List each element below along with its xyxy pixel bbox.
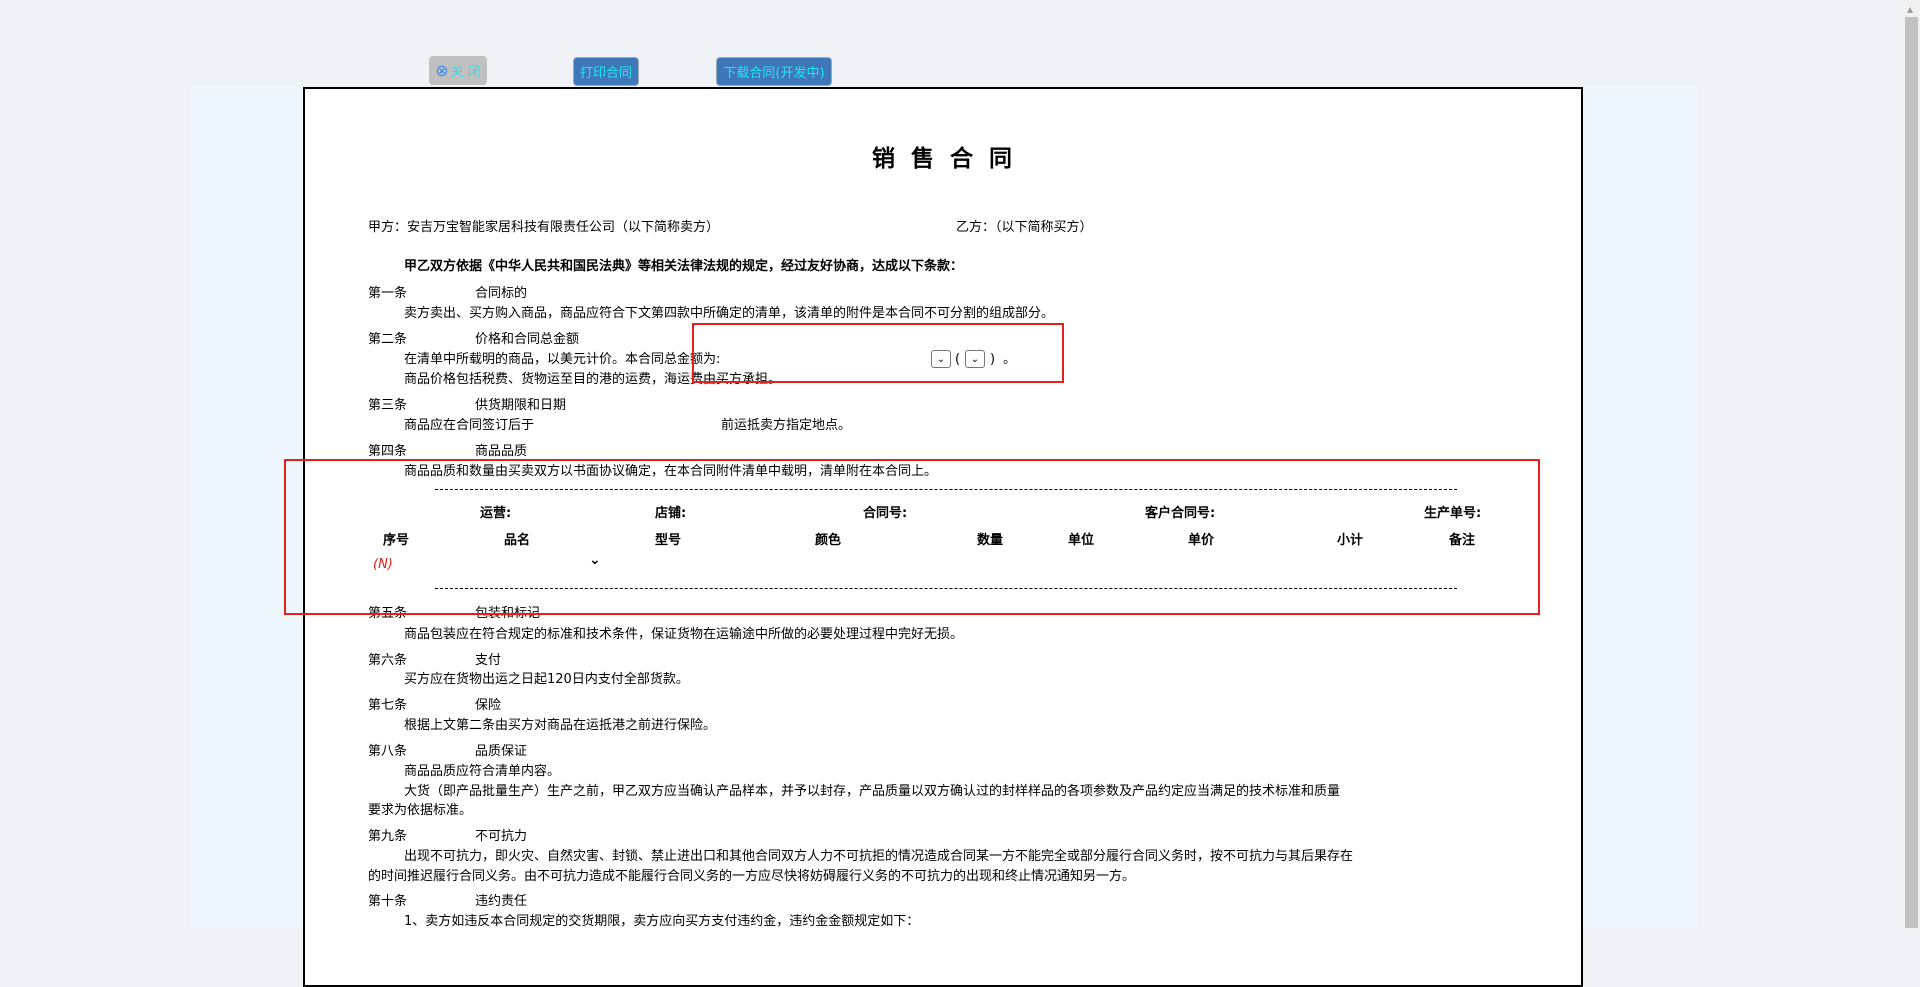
- highlight-box-product-list: [284, 459, 1540, 615]
- page-title: 销 售 合 同: [871, 146, 1017, 172]
- party-a: 甲方：安吉万宝智能家居科技有限责任公司（以下简称卖方）: [368, 220, 720, 235]
- clause-title: 不可抗力: [475, 829, 528, 844]
- clause-title: 违约责任: [475, 894, 528, 909]
- clause-text: 卖方卖出、买方购入商品，商品应符合下文第四款中所确定的清单，该清单的附件是本合同…: [404, 306, 1055, 321]
- clause-no: 第四条: [368, 444, 408, 459]
- clause-no: 第二条: [368, 332, 408, 347]
- print-contract-button[interactable]: 打印合同: [573, 57, 639, 86]
- party-b: 乙方：（以下简称买方）: [956, 220, 1093, 235]
- clause-no: 第一条: [368, 286, 408, 301]
- clause-no: 第九条: [368, 829, 408, 844]
- scrollbar-thumb[interactable]: [1905, 17, 1918, 928]
- clause-text: 大货（即产品批量生产）生产之前，甲乙双方应当确认产品样本，并予以封存，产品质量以…: [404, 784, 1341, 799]
- clause-text: 在清单中所载明的商品，以美元计价。本合同总金额为:: [404, 352, 721, 367]
- scroll-up-arrow-icon[interactable]: ▲: [1907, 5, 1913, 14]
- clause-text: 根据上文第二条由买方对商品在运抵港之前进行保险。: [404, 718, 717, 733]
- clause-text: 商品品质应符合清单内容。: [404, 764, 561, 779]
- clause-no: 第三条: [368, 398, 408, 413]
- close-circle-icon: ⊗: [435, 61, 449, 80]
- clause-text: 前运抵卖方指定地点。: [721, 418, 852, 433]
- clause-title: 供货期限和日期: [475, 398, 567, 413]
- clause-title: 合同标的: [475, 286, 528, 301]
- clause-title: 品质保证: [475, 744, 528, 759]
- close-button[interactable]: ⊗ 关 闭: [429, 56, 487, 85]
- clause-title: 价格和合同总金额: [475, 332, 580, 347]
- clause-title: 支付: [475, 653, 502, 668]
- clause-no: 第八条: [368, 744, 408, 759]
- clause-text: 要求为依据标准。: [368, 803, 473, 818]
- clause-text: 的时间推迟履行合同义务。由不可抗力造成不能履行合同义务的一方应尽快将妨碍履行义务…: [368, 869, 1136, 884]
- clause-text: 商品应在合同签订后于: [404, 418, 535, 433]
- clause-text: 商品包装应在符合规定的标准和技术条件，保证货物在运输途中所做的必要处理过程中完好…: [404, 627, 964, 642]
- highlight-box-amount: [692, 323, 1064, 383]
- clause-title: 商品品质: [475, 444, 528, 459]
- intro-text: 甲乙双方依据《中华人民共和国民法典》等相关法律法规的规定，经过友好协商，达成以下…: [404, 259, 964, 274]
- clause-no: 第六条: [368, 653, 408, 668]
- vertical-scrollbar[interactable]: ▲: [1903, 0, 1920, 928]
- clause-text: 买方应在货物出运之日起120日内支付全部货款。: [404, 672, 689, 687]
- download-contract-button[interactable]: 下载合同(开发中): [716, 57, 832, 86]
- clause-no: 第七条: [368, 698, 408, 713]
- clause-title: 保险: [475, 698, 502, 713]
- clause-no: 第十条: [368, 894, 408, 909]
- clause-text: 出现不可抗力，即火灾、自然灾害、封锁、禁止进出口和其他合同双方人力不可抗拒的情况…: [404, 849, 1354, 864]
